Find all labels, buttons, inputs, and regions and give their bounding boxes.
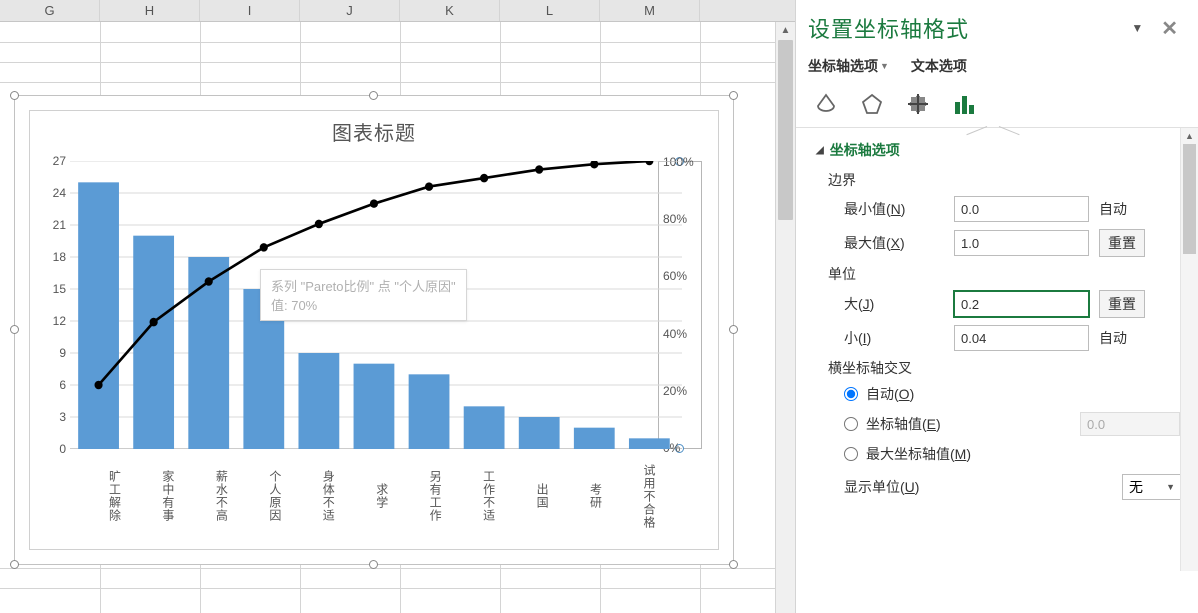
pane-dropdown-icon[interactable]: ▼ bbox=[1131, 21, 1143, 35]
tab-axis-options[interactable]: 坐标轴选项 ▼ bbox=[808, 56, 889, 76]
pane-title: 设置坐标轴格式 bbox=[808, 12, 1131, 44]
x-label: 试用不合格 bbox=[605, 449, 658, 539]
resize-handle[interactable] bbox=[10, 91, 19, 100]
tooltip-line: 系列 "Pareto比例" 点 "个人原因" bbox=[271, 276, 456, 295]
collapse-icon: ◢ bbox=[816, 145, 824, 156]
ytick: 3 bbox=[59, 410, 66, 424]
scroll-thumb[interactable] bbox=[778, 40, 793, 220]
ytick: 21 bbox=[53, 218, 66, 232]
x-label: 旷工解除 bbox=[70, 449, 123, 539]
crosses-value-radio[interactable] bbox=[844, 417, 858, 431]
vertical-scrollbar[interactable]: ▲ bbox=[775, 22, 795, 613]
x-label: 身体不适 bbox=[284, 449, 337, 539]
format-axis-pane: 设置坐标轴格式 ▼ ✕ 坐标轴选项 ▼ 文本选项 bbox=[795, 0, 1198, 613]
ytick: 0 bbox=[59, 442, 66, 456]
resize-handle[interactable] bbox=[10, 325, 19, 334]
x-label: 考研 bbox=[551, 449, 604, 539]
effects-icon[interactable] bbox=[856, 88, 888, 120]
crosses-value-input bbox=[1080, 412, 1180, 436]
chart-title[interactable]: 图表标题 bbox=[30, 111, 718, 146]
max-reset-button[interactable]: 重置 bbox=[1099, 229, 1145, 257]
display-units-label: 显示单位(U) bbox=[844, 477, 919, 497]
crosses-auto-label[interactable]: 自动(O) bbox=[866, 384, 914, 404]
col-header-I[interactable]: I bbox=[200, 0, 300, 21]
tooltip-line: 值: 70% bbox=[271, 295, 456, 314]
chart-inner-area[interactable]: 图表标题 27 24 21 18 15 12 9 6 3 0 bbox=[29, 110, 719, 550]
axis-options-icon[interactable] bbox=[948, 88, 980, 120]
scroll-thumb[interactable] bbox=[1183, 144, 1196, 254]
chevron-down-icon: ▼ bbox=[880, 61, 889, 71]
tab-label: 坐标轴选项 bbox=[808, 56, 878, 76]
resize-handle[interactable] bbox=[369, 560, 378, 569]
select-value: 无 bbox=[1129, 477, 1143, 497]
crosses-value-label[interactable]: 坐标轴值(E) bbox=[866, 414, 941, 434]
resize-handle[interactable] bbox=[729, 560, 738, 569]
size-properties-icon[interactable] bbox=[902, 88, 934, 120]
x-label: 出国 bbox=[498, 449, 551, 539]
ytick: 9 bbox=[59, 346, 66, 360]
x-label: 个人原因 bbox=[230, 449, 283, 539]
pane-category-icons bbox=[796, 80, 1198, 128]
min-auto[interactable]: 自动 bbox=[1099, 199, 1139, 219]
ytick: 6 bbox=[59, 378, 66, 392]
resize-handle[interactable] bbox=[729, 325, 738, 334]
display-units-select[interactable]: 无 ▼ bbox=[1122, 474, 1182, 500]
section-axis-options[interactable]: ◢ 坐标轴选项 bbox=[816, 140, 1186, 160]
resize-handle[interactable] bbox=[369, 91, 378, 100]
col-header-G[interactable]: G bbox=[0, 0, 100, 21]
close-icon[interactable]: ✕ bbox=[1161, 16, 1178, 41]
tab-text-options[interactable]: 文本选项 bbox=[911, 56, 967, 76]
min-label: 最小值(N) bbox=[844, 199, 944, 219]
minor-unit-input[interactable] bbox=[954, 325, 1089, 351]
group-units: 单位 bbox=[828, 264, 1186, 284]
major-label: 大(J) bbox=[844, 294, 944, 314]
x-axis[interactable]: 旷工解除 家中有事 薪水不高 个人原因 身体不适 求学 另有工作 工作不适 出国… bbox=[70, 449, 658, 539]
column-headers: G H I J K L M bbox=[0, 0, 795, 22]
pane-body: ◢ 坐标轴选项 边界 最小值(N) 自动 最大值(X) 重置 单位 大(J) 重… bbox=[796, 128, 1198, 571]
x-label: 另有工作 bbox=[391, 449, 444, 539]
scroll-up-arrow[interactable]: ▲ bbox=[776, 22, 795, 40]
minor-label: 小(I) bbox=[844, 328, 944, 348]
data-point-tooltip: 系列 "Pareto比例" 点 "个人原因" 值: 70% bbox=[260, 269, 467, 321]
max-input[interactable] bbox=[954, 230, 1089, 256]
max-label: 最大值(X) bbox=[844, 233, 944, 253]
col-header-K[interactable]: K bbox=[400, 0, 500, 21]
fill-line-icon[interactable] bbox=[810, 88, 842, 120]
major-unit-input[interactable] bbox=[954, 291, 1089, 317]
y-axis-left[interactable]: 27 24 21 18 15 12 9 6 3 0 bbox=[38, 161, 70, 449]
spreadsheet-area: G H I J K L M ▲ bbox=[0, 0, 795, 613]
ytick: 12 bbox=[53, 314, 66, 328]
ytick: 24 bbox=[53, 186, 66, 200]
tab-label: 文本选项 bbox=[911, 56, 967, 76]
ytick: 15 bbox=[53, 282, 66, 296]
col-header-L[interactable]: L bbox=[500, 0, 600, 21]
ytick: 18 bbox=[53, 250, 66, 264]
minor-auto[interactable]: 自动 bbox=[1099, 328, 1139, 348]
section-title: 坐标轴选项 bbox=[830, 140, 900, 160]
col-header-H[interactable]: H bbox=[100, 0, 200, 21]
col-header-M[interactable]: M bbox=[600, 0, 700, 21]
x-label: 薪水不高 bbox=[177, 449, 230, 539]
col-header-J[interactable]: J bbox=[300, 0, 400, 21]
x-label: 家中有事 bbox=[123, 449, 176, 539]
group-crosses: 横坐标轴交叉 bbox=[828, 358, 1186, 378]
major-reset-button[interactable]: 重置 bbox=[1099, 290, 1145, 318]
min-input[interactable] bbox=[954, 196, 1089, 222]
x-label: 求学 bbox=[337, 449, 390, 539]
crosses-max-radio[interactable] bbox=[844, 447, 858, 461]
x-label: 工作不适 bbox=[444, 449, 497, 539]
chart-object[interactable]: 图表标题 27 24 21 18 15 12 9 6 3 0 bbox=[14, 95, 734, 565]
crosses-auto-radio[interactable] bbox=[844, 387, 858, 401]
ytick: 27 bbox=[53, 154, 66, 168]
group-bounds: 边界 bbox=[828, 170, 1186, 190]
resize-handle[interactable] bbox=[10, 560, 19, 569]
resize-handle[interactable] bbox=[729, 91, 738, 100]
scroll-up-arrow[interactable]: ▲ bbox=[1181, 128, 1198, 144]
pane-scrollbar[interactable]: ▲ bbox=[1180, 128, 1198, 571]
chevron-down-icon: ▼ bbox=[1166, 482, 1175, 492]
crosses-max-label[interactable]: 最大坐标轴值(M) bbox=[866, 444, 971, 464]
